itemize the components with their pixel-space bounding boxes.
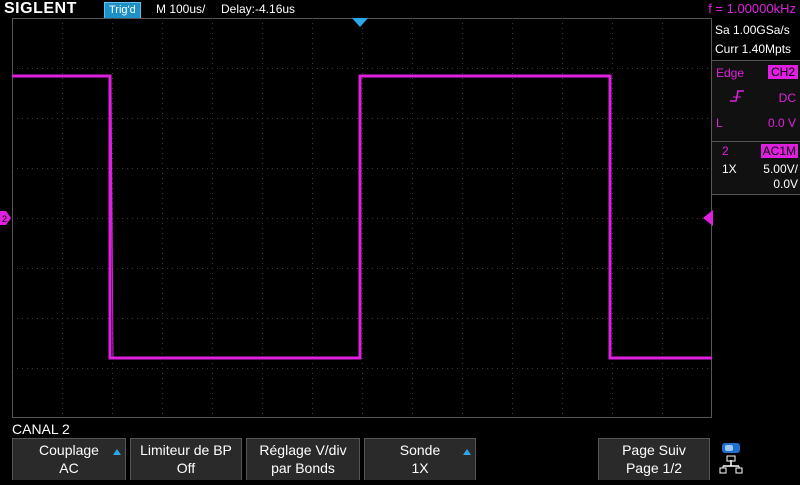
cycle-arrow-icon	[463, 449, 471, 455]
waveform-display[interactable]	[12, 18, 712, 418]
softkey-limiteur-bp[interactable]: Limiteur de BP Off	[130, 438, 242, 480]
waveform-grid-svg	[12, 18, 712, 418]
trigger-status-badge: Trig'd	[104, 2, 141, 19]
channel-number: 2	[722, 144, 729, 158]
trigger-source-badge: CH2	[767, 65, 798, 79]
softkey-value: par Bonds	[271, 460, 335, 476]
status-icons	[718, 440, 748, 480]
softkey-reglage-vdiv[interactable]: Réglage V/div par Bonds	[246, 438, 360, 480]
trigger-type-label: Edge	[716, 66, 745, 80]
timebase-readout: M 100us/	[156, 2, 206, 16]
channel-offset: 0.0V	[773, 177, 798, 191]
channel-probe-ratio: 1X	[722, 162, 737, 176]
trigger-coupling-label: DC	[778, 91, 796, 105]
softkey-label: Couplage	[39, 442, 99, 458]
channel-2-info-box[interactable]: 2 AC1M 1X 5.00V/ 0.0V	[712, 142, 800, 195]
trigger-level-label: L	[716, 116, 723, 130]
usb-network-icon	[719, 443, 743, 474]
brand-logo: SIGLENT	[4, 0, 77, 17]
memory-depth-readout: Curr 1.40Mpts	[715, 42, 792, 56]
channel-2-ground-marker-icon[interactable]: 2	[0, 211, 12, 225]
softkey-value: AC	[59, 460, 79, 476]
channel-coupling-badge: AC1M	[760, 144, 798, 158]
softkey-value: 1X	[411, 460, 429, 476]
trigger-position-marker-icon[interactable]	[352, 18, 368, 28]
frequency-counter: f = 1.00000kHz	[708, 1, 796, 16]
softkey-label: Page Suiv	[622, 442, 686, 458]
softkey-value: Off	[176, 460, 196, 476]
softkey-sonde[interactable]: Sonde 1X	[364, 438, 476, 480]
top-status-bar: SIGLENT Trig'd M 100us/ Delay:-4.16us f …	[0, 0, 800, 19]
sample-rate-readout: Sa 1.00GSa/s	[715, 23, 790, 37]
menu-title: CANAL 2	[12, 421, 70, 437]
softkey-page-suivante[interactable]: Page Suiv Page 1/2	[598, 438, 710, 480]
channel-vertical-scale: 5.00V/	[763, 162, 798, 176]
softkey-label: Sonde	[399, 442, 441, 458]
trigger-level-value: 0.0 V	[767, 116, 796, 130]
softkey-label: Réglage V/div	[259, 442, 347, 458]
softkey-value: Page 1/2	[625, 460, 683, 476]
softkey-couplage[interactable]: Couplage AC	[12, 438, 126, 480]
cycle-arrow-icon	[113, 449, 121, 455]
trigger-info-box[interactable]: Edge CH2 DC L 0.0 V	[712, 60, 800, 142]
softkey-label: Limiteur de BP	[140, 442, 232, 458]
svg-text:2: 2	[2, 214, 7, 224]
delay-readout: Delay:-4.16us	[221, 2, 296, 16]
rising-edge-icon	[730, 90, 744, 102]
